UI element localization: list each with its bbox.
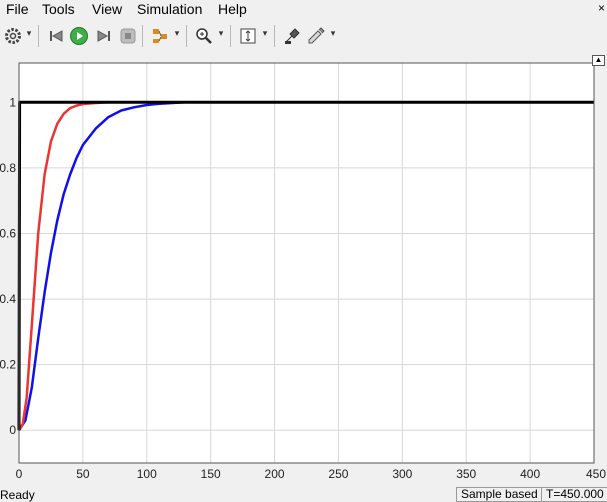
undock-icon[interactable]: ▲ bbox=[592, 55, 605, 66]
fit-axes-icon[interactable] bbox=[238, 26, 258, 46]
y-tick-label: 0.8 bbox=[0, 161, 16, 175]
y-tick-label: 0.2 bbox=[0, 358, 16, 372]
toolbar-divider bbox=[274, 25, 275, 47]
stop-icon[interactable] bbox=[118, 26, 138, 46]
x-tick-label: 0 bbox=[16, 467, 23, 481]
menu-view[interactable]: View bbox=[92, 1, 122, 17]
fit-axes-dropdown-icon[interactable]: ▾ bbox=[261, 28, 269, 39]
zoom-dropdown-icon[interactable]: ▾ bbox=[217, 28, 225, 39]
highlight-block-icon[interactable] bbox=[282, 26, 302, 46]
signal-selector-dropdown-icon[interactable]: ▾ bbox=[173, 28, 181, 39]
toolbar: ▾ ▾ ▾ ▾ ▾ bbox=[0, 20, 607, 55]
x-tick-label: 150 bbox=[201, 467, 221, 481]
gear-dropdown-icon[interactable]: ▾ bbox=[25, 28, 33, 39]
x-tick-label: 100 bbox=[137, 467, 157, 481]
x-tick-label: 250 bbox=[328, 467, 348, 481]
y-tick-label: 1 bbox=[9, 95, 16, 109]
toolbar-divider bbox=[142, 25, 143, 47]
menu-help[interactable]: Help bbox=[218, 1, 247, 17]
plot-background bbox=[19, 63, 594, 463]
x-tick-label: 50 bbox=[76, 467, 90, 481]
step-forward-icon[interactable] bbox=[94, 26, 114, 46]
zoom-icon[interactable] bbox=[194, 26, 214, 46]
signal-selector-icon[interactable] bbox=[150, 26, 170, 46]
y-tick-label: 0 bbox=[9, 423, 16, 437]
menu-tools[interactable]: Tools bbox=[42, 1, 75, 17]
gear-icon[interactable] bbox=[3, 26, 23, 46]
toolbar-divider bbox=[230, 25, 231, 47]
x-tick-label: 400 bbox=[520, 467, 540, 481]
menu-file[interactable]: File bbox=[6, 1, 29, 17]
style-dropdown-icon[interactable]: ▾ bbox=[329, 28, 337, 39]
menu-simulation[interactable]: Simulation bbox=[137, 1, 202, 17]
toolbar-divider bbox=[186, 25, 187, 47]
run-icon[interactable] bbox=[69, 26, 89, 46]
step-back-icon[interactable] bbox=[46, 26, 66, 46]
x-tick-label: 200 bbox=[265, 467, 285, 481]
toolbar-divider bbox=[38, 25, 39, 47]
menu-bar: File Tools View Simulation Help × bbox=[0, 0, 607, 20]
x-tick-label: 350 bbox=[456, 467, 476, 481]
scope-chart[interactable]: 0 50 100 150 200 250 300 350 400 450 0 0.2 0.4 0.6 0.8… bbox=[0, 54, 607, 484]
scope-plot-area: 0 50 100 150 200 250 300 350 400 450 0 0.2 0.4 0.6 0.8… bbox=[0, 54, 607, 484]
y-tick-label: 0.4 bbox=[0, 292, 16, 306]
status-bar: Ready Sample based T=450.000 bbox=[0, 486, 607, 502]
style-icon[interactable] bbox=[306, 26, 326, 46]
close-icon[interactable]: × bbox=[598, 1, 605, 15]
y-tick-label: 0.6 bbox=[0, 226, 16, 240]
x-tick-label: 300 bbox=[392, 467, 412, 481]
x-tick-label: 450 bbox=[586, 467, 606, 481]
